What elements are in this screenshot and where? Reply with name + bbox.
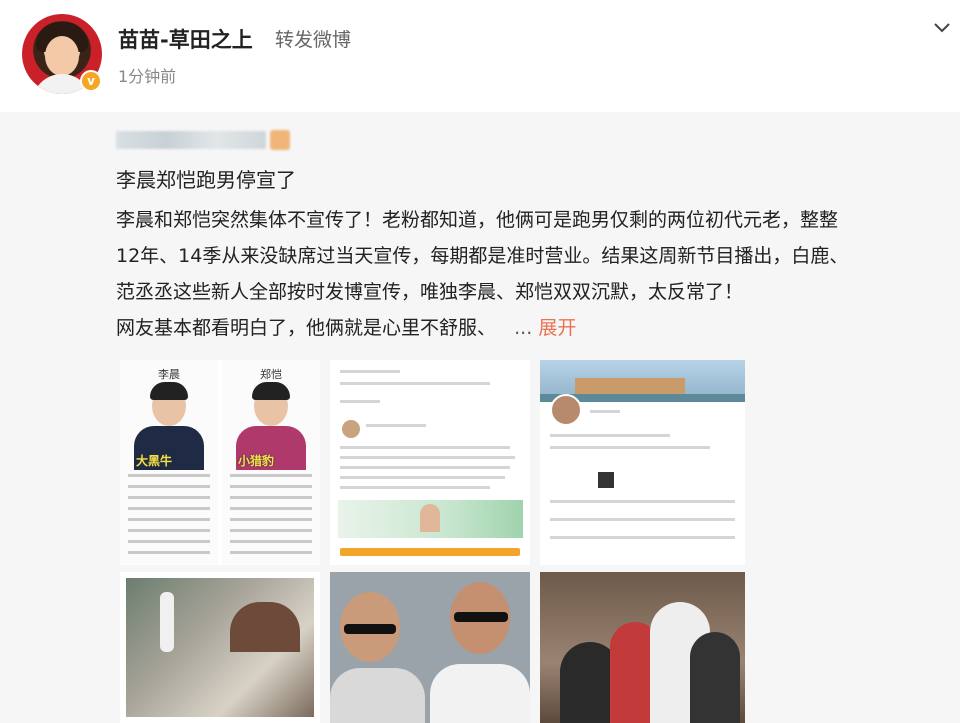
blurred-username xyxy=(116,131,266,149)
repost-title: 李晨郑恺跑男停宣了 xyxy=(116,168,296,192)
profile-left-name: 李晨 xyxy=(158,368,180,381)
author-avatar[interactable]: v xyxy=(22,14,102,94)
author-name[interactable]: 苗苗-草田之上 xyxy=(118,24,253,54)
verified-badge-icon: v xyxy=(80,70,102,92)
image-weibo-screenshot[interactable] xyxy=(330,360,530,565)
chevron-down-icon[interactable] xyxy=(931,16,953,38)
image-grid: 李晨 大黑牛 郑恺 小猎豹 xyxy=(120,360,745,723)
expand-link[interactable]: 展开 xyxy=(538,317,576,339)
profile-right-tag: 小猎豹 xyxy=(238,454,275,468)
reposted-card[interactable]: 李晨郑恺跑男停宣了 李晨和郑恺突然集体不宣传了！老粉都知道，他俩可是跑男仅剩的两… xyxy=(0,112,960,723)
profile-card-right: 郑恺 小猎豹 xyxy=(222,360,320,565)
body-line-last: 网友基本都看明白了，他俩就是心里不舒服、 ... 展开 xyxy=(116,310,946,346)
post-action-label: 转发微博 xyxy=(275,29,352,51)
body-line: 范丞丞这些新人全部按时发博宣传，唯独李晨、郑恺双双沉默，太反常了！ xyxy=(116,281,744,303)
post-time: 1分钟前 xyxy=(118,67,177,86)
image-profiles[interactable]: 李晨 大黑牛 郑恺 小猎豹 xyxy=(120,360,320,565)
image-group-photo[interactable] xyxy=(540,572,745,723)
body-line: 李晨和郑恺突然集体不宣传了！老粉都知道，他俩可是跑男仅剩的两位初代元老，整整 xyxy=(116,209,839,231)
profile-right-name: 郑恺 xyxy=(260,368,282,381)
original-author-blurred xyxy=(116,130,290,150)
image-two-men[interactable] xyxy=(330,572,530,723)
image-room-scene[interactable] xyxy=(120,572,320,723)
profile-left-tag: 大黑牛 xyxy=(136,454,173,468)
post-header: v 苗苗-草田之上 转发微博 1分钟前 xyxy=(0,0,960,112)
ellipsis: ... xyxy=(514,317,533,339)
blurred-badge-icon xyxy=(270,130,290,150)
profile-card-left: 李晨 大黑牛 xyxy=(120,360,218,565)
body-line: 12年、14季从来没缺席过当天宣传，每期都是准时营业。结果这周新节目播出，白鹿、 xyxy=(116,245,849,267)
image-weibo-profile[interactable] xyxy=(540,360,745,565)
repost-body: 李晨和郑恺突然集体不宣传了！老粉都知道，他俩可是跑男仅剩的两位初代元老，整整 1… xyxy=(116,202,946,346)
body-line: 网友基本都看明白了，他俩就是心里不舒服、 xyxy=(116,317,497,339)
